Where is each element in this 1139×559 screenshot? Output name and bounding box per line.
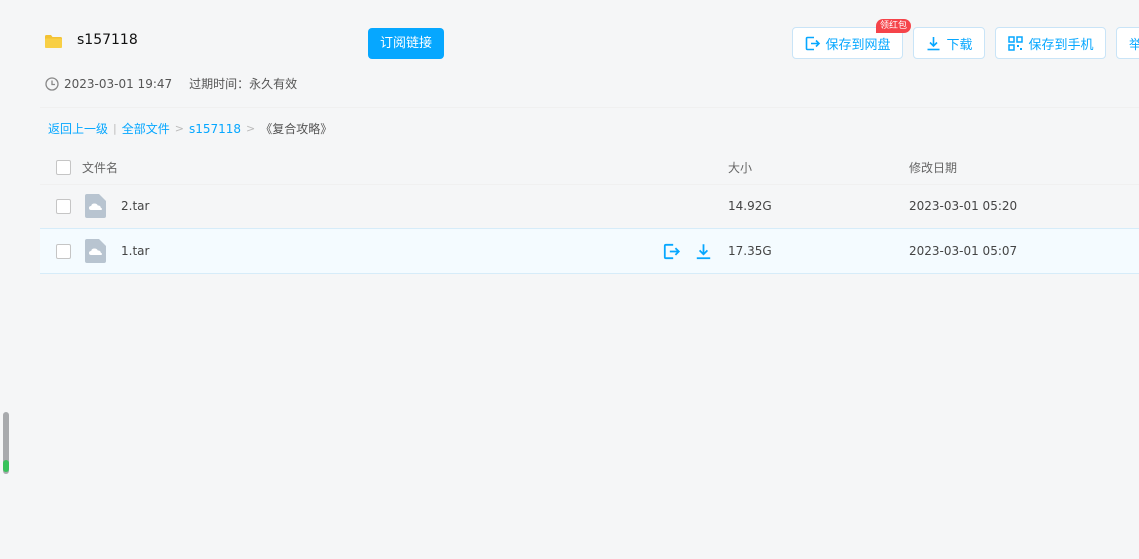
breadcrumb-separator: >: [246, 122, 256, 135]
file-size: 14.92G: [728, 199, 772, 213]
row-save-icon[interactable]: [662, 242, 681, 261]
table-row[interactable]: 1.tar 17.35G 2023-03-01 05:07: [40, 228, 1139, 274]
file-cloud-icon: [85, 194, 106, 218]
header-size[interactable]: 大小: [728, 159, 752, 176]
folder-icon: [45, 35, 62, 48]
select-all-checkbox[interactable]: [56, 160, 71, 175]
red-packet-badge[interactable]: 领红包: [876, 19, 912, 33]
subscribe-button[interactable]: 订阅链接: [368, 28, 444, 59]
row-checkbox[interactable]: [56, 244, 71, 259]
save-to-disk-label: 保存到网盘: [825, 37, 891, 53]
header-modified[interactable]: 修改日期: [909, 159, 957, 176]
file-modified: 2023-03-01 05:07: [909, 244, 1018, 258]
breadcrumb-current: 《复合攻略》: [260, 122, 333, 136]
scrollbar-thumb[interactable]: [3, 412, 9, 474]
breadcrumb-back[interactable]: 返回上一级: [48, 120, 108, 137]
file-name[interactable]: 2.tar: [121, 199, 149, 213]
breadcrumb-all-files[interactable]: 全部文件: [122, 120, 170, 137]
breadcrumb: 返回上一级 | 全部文件 > s157118 > 《复合攻略》: [48, 120, 332, 137]
folder-title: s157118: [77, 32, 138, 48]
download-icon: [927, 36, 940, 50]
download-label: 下载: [946, 37, 973, 53]
breadcrumb-separator: >: [174, 122, 184, 135]
save-to-phone-label: 保存到手机: [1028, 37, 1094, 53]
header-name[interactable]: 文件名: [82, 159, 118, 176]
save-icon: [806, 36, 821, 50]
save-to-phone-button[interactable]: 保存到手机: [995, 27, 1106, 59]
download-button[interactable]: 下载: [913, 27, 985, 59]
file-size: 17.35G: [728, 244, 772, 258]
share-meta: 2023-03-01 19:47 过期时间：永久有效: [45, 75, 297, 92]
header-divider: [40, 107, 1139, 108]
qrcode-icon: [1008, 35, 1024, 51]
expire-text: 过期时间：永久有效: [189, 77, 298, 91]
clock-icon: [45, 76, 59, 91]
table-header: 文件名 大小 修改日期: [40, 150, 1139, 185]
created-time: 2023-03-01 19:47: [64, 76, 173, 91]
report-button[interactable]: 举: [1116, 27, 1139, 59]
file-cloud-icon: [85, 239, 106, 263]
scrollbar-indicator: [3, 460, 9, 472]
report-label: 举: [1129, 37, 1139, 53]
table-row[interactable]: 2.tar 14.92G 2023-03-01 05:20: [40, 184, 1139, 229]
file-name[interactable]: 1.tar: [121, 244, 149, 258]
row-checkbox[interactable]: [56, 199, 71, 214]
breadcrumb-folder[interactable]: s157118: [189, 122, 241, 136]
breadcrumb-divider: |: [113, 122, 117, 135]
row-download-icon[interactable]: [694, 242, 713, 261]
file-modified: 2023-03-01 05:20: [909, 199, 1018, 213]
